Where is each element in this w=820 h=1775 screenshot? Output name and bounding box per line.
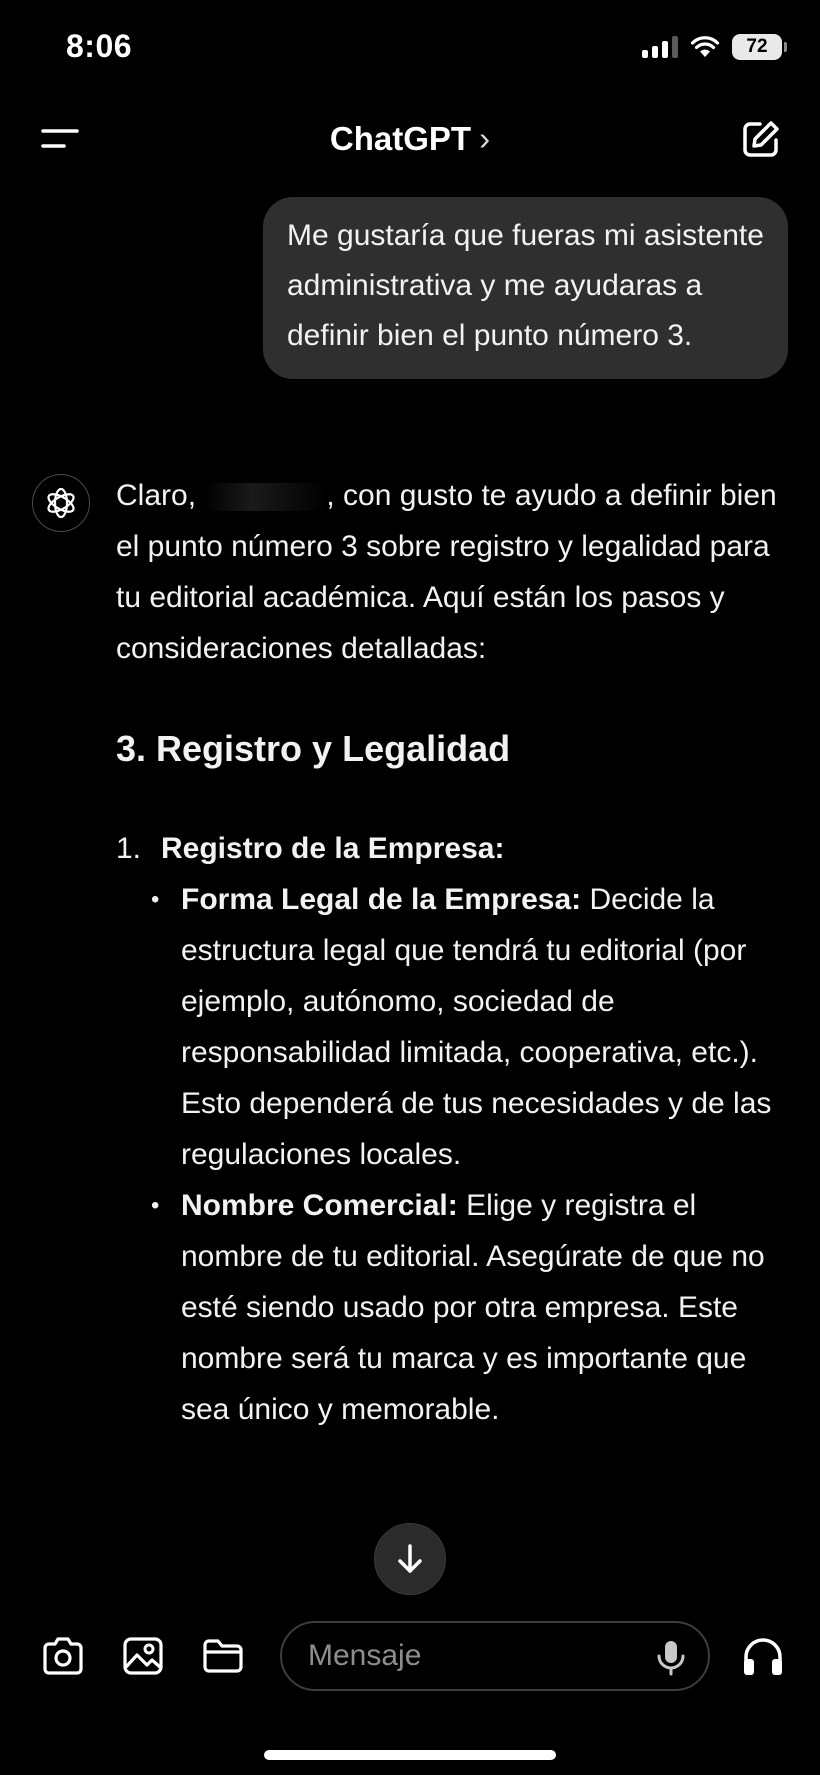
cellular-signal-icon bbox=[642, 36, 678, 58]
bullet-title: Nombre Comercial: bbox=[181, 1189, 458, 1222]
bullet-item: Nombre Comercial: Elige y registra el no… bbox=[151, 1180, 786, 1435]
top-nav: ChatGPT › bbox=[0, 110, 820, 170]
bullet-item: Forma Legal de la Empresa: Decide la est… bbox=[151, 874, 786, 1180]
battery-indicator: 72 bbox=[732, 34, 787, 60]
files-button[interactable] bbox=[200, 1633, 246, 1679]
bullet-text: Decide la estructura legal que tendrá tu… bbox=[181, 883, 772, 1171]
assistant-message: Claro, , con gusto te ayudo a definir bi… bbox=[116, 470, 786, 1435]
voice-mode-button[interactable] bbox=[738, 1633, 788, 1679]
list-number: 1. bbox=[116, 832, 142, 865]
intro-start: Claro, bbox=[116, 479, 197, 512]
status-time: 8:06 bbox=[66, 28, 133, 64]
openai-logo-icon bbox=[32, 474, 90, 532]
redacted-name bbox=[204, 483, 327, 512]
section-heading: 3. Registro y Legalidad bbox=[116, 728, 511, 769]
voice-mode-icon bbox=[744, 1638, 782, 1675]
bullet-list: Forma Legal de la Empresa: Decide la est… bbox=[151, 874, 786, 1435]
battery-level: 72 bbox=[746, 36, 768, 57]
message-input-container[interactable] bbox=[280, 1621, 710, 1691]
home-indicator bbox=[264, 1750, 556, 1760]
wifi-icon bbox=[690, 36, 720, 57]
microphone-icon[interactable] bbox=[656, 1639, 686, 1677]
camera-icon bbox=[43, 1637, 83, 1675]
model-selector[interactable]: ChatGPT › bbox=[0, 120, 820, 158]
photo-library-button[interactable] bbox=[120, 1633, 166, 1679]
message-input[interactable] bbox=[308, 1639, 628, 1673]
status-indicators: 72 bbox=[642, 34, 787, 60]
model-name: ChatGPT bbox=[329, 120, 472, 157]
list-item: 1. Registro de la Empresa: Forma Legal d… bbox=[116, 824, 786, 1435]
arrow-down-icon bbox=[398, 1544, 422, 1573]
folder-icon bbox=[203, 1639, 243, 1673]
scroll-to-bottom-button[interactable] bbox=[374, 1523, 446, 1595]
bullet-text: Elige y registra el nombre de tu editori… bbox=[181, 1189, 765, 1426]
user-message-bubble: Me gustaría que fueras mi asistente admi… bbox=[263, 197, 788, 379]
numbered-list: 1. Registro de la Empresa: Forma Legal d… bbox=[116, 824, 786, 1435]
bullet-title: Forma Legal de la Empresa: bbox=[181, 883, 582, 916]
list-item-title: Registro de la Empresa: bbox=[161, 832, 505, 865]
assistant-intro: Claro, , con gusto te ayudo a definir bi… bbox=[116, 470, 786, 674]
new-chat-icon[interactable] bbox=[740, 118, 782, 160]
chevron-right-icon: › bbox=[479, 120, 491, 157]
camera-button[interactable] bbox=[40, 1633, 86, 1679]
photo-library-icon bbox=[123, 1637, 163, 1675]
